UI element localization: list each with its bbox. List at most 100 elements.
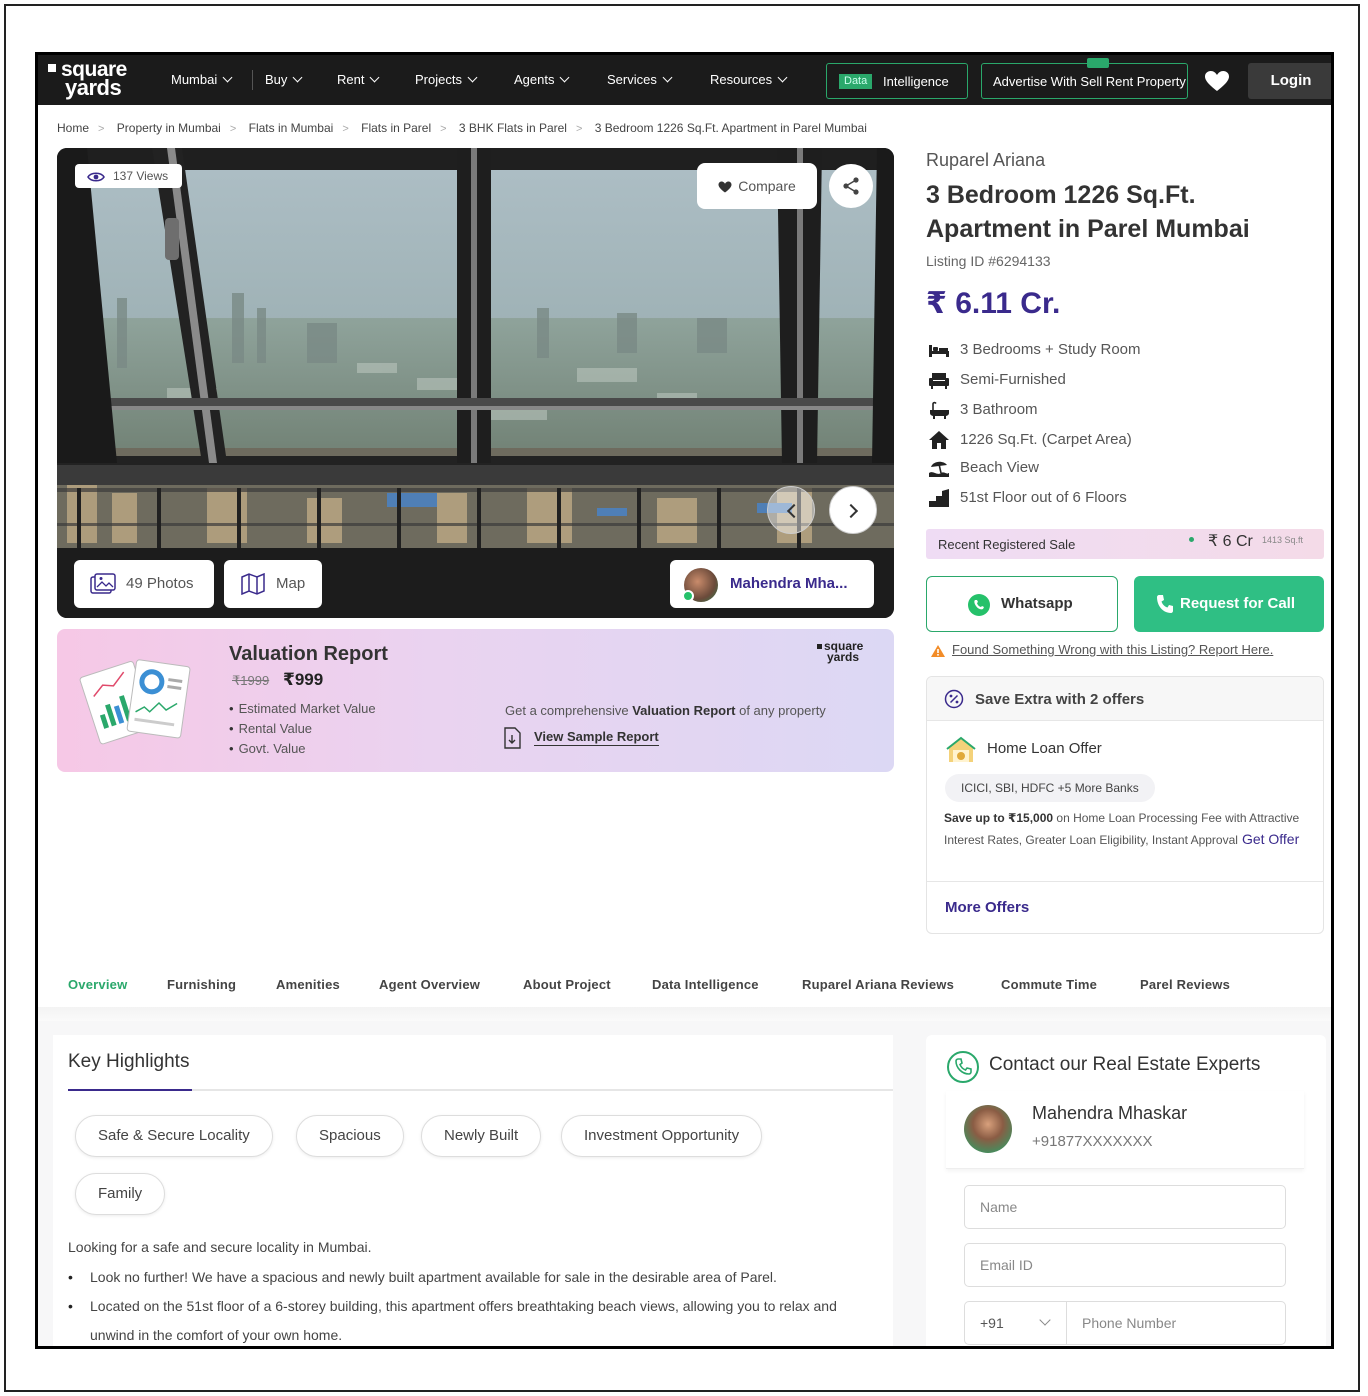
- report-document-icon: [79, 659, 191, 745]
- request-call-button[interactable]: Request for Call: [1134, 576, 1324, 632]
- contact-experts-card: Contact our Real Estate Experts Mahendra…: [926, 1035, 1326, 1346]
- divider: [927, 881, 1323, 882]
- property-photo-gallery[interactable]: 137 Views Compare 49 Photos Map Mahendra…: [57, 148, 894, 618]
- beach-icon: [929, 461, 949, 478]
- nav-divider: [252, 70, 253, 90]
- recent-sale-area: 1413 Sq.ft: [1262, 535, 1304, 545]
- nav-buy[interactable]: Buy: [265, 72, 303, 87]
- breadcrumb-separator: >: [98, 123, 105, 135]
- data-intelligence-button[interactable]: Data Intelligence: [826, 63, 968, 99]
- photo-gallery-icon: [90, 573, 116, 594]
- name-input[interactable]: [964, 1185, 1286, 1229]
- project-name[interactable]: Ruparel Ariana: [926, 150, 1045, 171]
- chevron-down-icon: [222, 72, 233, 83]
- feature-text: 3 Bathroom: [960, 401, 1038, 418]
- more-offers-link[interactable]: More Offers: [945, 899, 1029, 916]
- valuation-report-banner[interactable]: Valuation Report ₹1999 ₹999 Estimated Ma…: [57, 629, 894, 772]
- recent-registered-sale[interactable]: Recent Registered Sale ₹ 6 Cr 1413 Sq.ft: [926, 529, 1324, 559]
- eye-icon: [87, 172, 105, 182]
- map-label: Map: [276, 575, 306, 592]
- get-offer-link[interactable]: Get Offer: [1242, 831, 1299, 847]
- heart-icon[interactable]: [1204, 70, 1230, 92]
- phone-input[interactable]: [1066, 1301, 1286, 1345]
- nav-rent[interactable]: Rent: [337, 72, 380, 87]
- logo-text-line2: yards: [65, 75, 122, 100]
- agent-chip[interactable]: Mahendra Mha...: [670, 560, 874, 608]
- view-sample-report-link[interactable]: View Sample Report: [502, 727, 659, 749]
- previous-photo-button[interactable]: [767, 486, 815, 534]
- post-property-button[interactable]: Advertise With Sell Rent Property: [981, 58, 1188, 99]
- page-title: 3 Bedroom 1226 Sq.Ft. Apartment in Parel…: [926, 181, 1250, 243]
- nav-projects[interactable]: Projects: [415, 72, 478, 87]
- share-button[interactable]: [829, 164, 873, 208]
- highlight-chip: Newly Built: [421, 1115, 542, 1157]
- feature-furnishing: Semi-Furnished: [928, 371, 1066, 390]
- photos-label: 49 Photos: [126, 575, 194, 592]
- nav-services[interactable]: Services: [607, 72, 673, 87]
- breadcrumb-flats-in-mumbai[interactable]: Flats in Mumbai: [249, 121, 334, 135]
- next-photo-button[interactable]: [829, 486, 877, 534]
- section-tabs: Overview Furnishing Amenities Agent Over…: [38, 955, 1331, 1013]
- tab-amenities[interactable]: Amenities: [276, 977, 340, 992]
- whatsapp-button[interactable]: Whatsapp: [926, 576, 1118, 632]
- offers-card: Save Extra with 2 offers Home Loan Offer…: [926, 676, 1324, 934]
- valuation-title: Valuation Report: [229, 643, 388, 665]
- tab-furnishing[interactable]: Furnishing: [167, 977, 236, 992]
- home-loan-title: Home Loan Offer: [987, 740, 1102, 757]
- discount-icon: [944, 689, 964, 709]
- city-selector[interactable]: Mumbai: [171, 72, 233, 87]
- feature-view: Beach View: [928, 459, 1039, 478]
- tab-commute-time[interactable]: Commute Time: [1001, 977, 1097, 992]
- breadcrumb-home[interactable]: Home: [57, 121, 89, 135]
- nav-services-label: Services: [607, 72, 657, 87]
- bathtub-icon: [930, 401, 949, 420]
- chevron-down-icon: [370, 72, 380, 83]
- views-label: 137 Views: [113, 169, 169, 183]
- report-listing-link[interactable]: Found Something Wrong with this Listing?…: [930, 642, 1273, 658]
- login-button[interactable]: Login: [1248, 63, 1331, 99]
- tab-about-project[interactable]: About Project: [523, 977, 611, 992]
- home-loan-icon: [946, 736, 976, 762]
- breadcrumb-separator: >: [342, 123, 349, 135]
- loan-desc-bold: Save up to ₹15,000: [944, 811, 1054, 825]
- nav-agents[interactable]: Agents: [514, 72, 570, 87]
- square-yards-logo[interactable]: square yards: [48, 58, 148, 100]
- map-button[interactable]: Map: [224, 560, 322, 608]
- feature-text: Semi-Furnished: [960, 371, 1066, 388]
- chevron-down-icon: [1039, 1314, 1051, 1326]
- whatsapp-label: Whatsapp: [1001, 595, 1073, 612]
- view-sample-report-label: View Sample Report: [534, 729, 659, 747]
- tab-parel-reviews[interactable]: Parel Reviews: [1140, 977, 1230, 992]
- feature-text: 1226 Sq.Ft. (Carpet Area): [960, 430, 1132, 448]
- list-item: Look no further! We have a spacious and …: [68, 1263, 883, 1292]
- whatsapp-status-icon: [682, 590, 694, 602]
- valuation-feature: Govt. Value: [229, 739, 376, 759]
- breadcrumb-separator: >: [575, 123, 583, 135]
- agent-name: Mahendra Mhaskar: [1032, 1103, 1188, 1123]
- avatar: [964, 1105, 1012, 1153]
- tab-agent-overview[interactable]: Agent Overview: [379, 977, 480, 992]
- tab-data-intelligence[interactable]: Data Intelligence: [652, 977, 759, 992]
- nav-agents-label: Agents: [514, 72, 555, 87]
- country-code-select[interactable]: +91: [964, 1301, 1066, 1345]
- browser-viewport: square yards Mumbai Buy Rent Projects Ag…: [35, 52, 1334, 1349]
- compare-button[interactable]: Compare: [697, 163, 817, 209]
- breadcrumb-3bhk-flats-in-parel[interactable]: 3 BHK Flats in Parel: [459, 121, 567, 135]
- section-underline: [68, 1089, 893, 1091]
- agent-phone: +91877XXXXXXX: [1032, 1133, 1153, 1150]
- key-highlights-section: Key Highlights Safe & Secure Locality Sp…: [53, 1035, 893, 1346]
- agent-card: Mahendra Mhaskar +91877XXXXXXX: [946, 1091, 1304, 1169]
- breadcrumb-property-in-mumbai[interactable]: Property in Mumbai: [117, 121, 221, 135]
- email-input[interactable]: [964, 1243, 1286, 1287]
- photos-button[interactable]: 49 Photos: [74, 560, 214, 608]
- feature-area: 1226 Sq.Ft. (Carpet Area): [928, 430, 1132, 450]
- breadcrumb-flats-in-parel[interactable]: Flats in Parel: [361, 121, 431, 135]
- nav-resources[interactable]: Resources: [710, 72, 788, 87]
- chevron-down-icon: [467, 72, 478, 83]
- banks-chip: ICICI, SBI, HDFC +5 More Banks: [945, 774, 1155, 802]
- tab-overview[interactable]: Overview: [68, 977, 127, 992]
- highlights-intro: Looking for a safe and secure locality i…: [68, 1239, 372, 1255]
- square-yards-logo: square yards: [817, 640, 879, 663]
- tab-project-reviews[interactable]: Ruparel Ariana Reviews: [802, 977, 954, 992]
- list-item: Located on the 51st floor of a 6-storey …: [68, 1292, 883, 1346]
